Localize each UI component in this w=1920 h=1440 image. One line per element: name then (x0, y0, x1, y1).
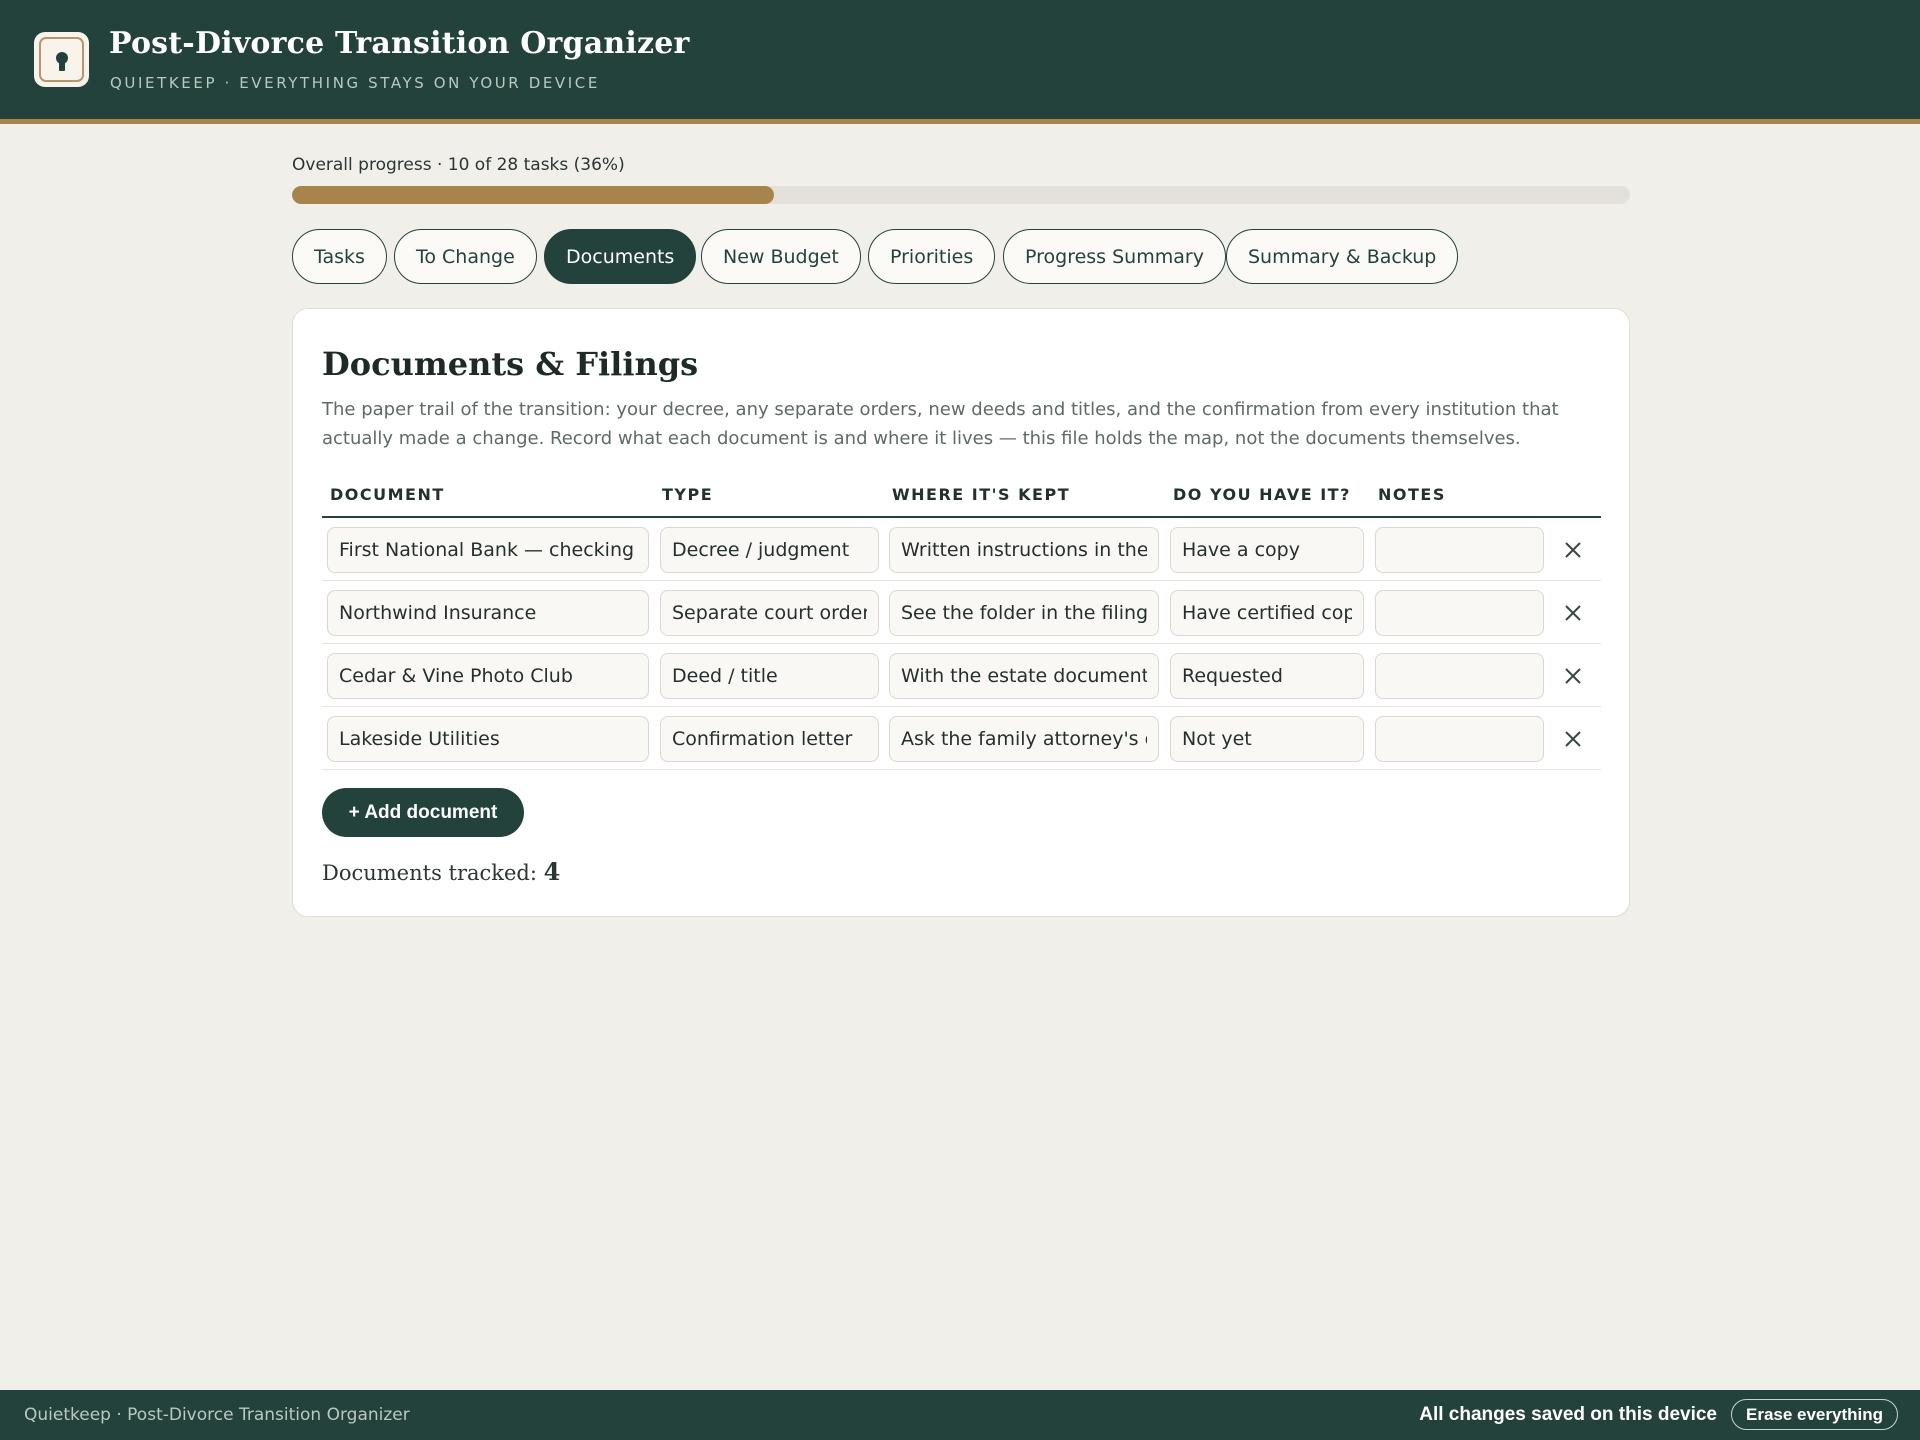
have-it-input[interactable] (1170, 653, 1364, 699)
column-header-where: WHERE IT'S KEPT (892, 485, 1071, 504)
app-subtitle: QUIETKEEP · EVERYTHING STAYS ON YOUR DEV… (110, 74, 600, 92)
column-header-notes: NOTES (1378, 485, 1446, 504)
column-header-document: DOCUMENT (330, 485, 445, 504)
tab-summary-backup[interactable]: Summary & Backup (1226, 229, 1459, 284)
close-icon[interactable] (1561, 664, 1585, 688)
document-type-input[interactable] (660, 716, 879, 762)
tab-progress-summary[interactable]: Progress Summary (1003, 229, 1226, 284)
where-kept-input[interactable] (889, 527, 1159, 573)
documents-tracked: Documents tracked: 4 (322, 857, 560, 886)
close-icon[interactable] (1561, 727, 1585, 751)
erase-everything-button[interactable]: Erase everything (1731, 1399, 1898, 1430)
document-type-input[interactable] (660, 590, 879, 636)
notes-input[interactable] (1375, 653, 1544, 699)
documents-tracked-label: Documents tracked: (322, 861, 537, 885)
tab-documents[interactable]: Documents (544, 229, 697, 284)
tab-priorities[interactable]: Priorities (868, 229, 996, 284)
table-row (322, 581, 1601, 644)
progress-label: Overall progress · 10 of 28 tasks (36%) (292, 155, 625, 175)
table-row (322, 518, 1601, 581)
close-icon[interactable] (1561, 601, 1585, 625)
have-it-input[interactable] (1170, 716, 1364, 762)
document-type-input[interactable] (660, 527, 879, 573)
documents-card: Documents & Filings The paper trail of t… (292, 308, 1630, 917)
page-title: Documents & Filings (322, 345, 699, 383)
keyhole-icon (34, 32, 89, 87)
app-header: Post-Divorce Transition Organizer QUIETK… (0, 0, 1920, 124)
tab-new-budget[interactable]: New Budget (701, 229, 861, 284)
have-it-input[interactable] (1170, 527, 1364, 573)
column-header-have-it: DO YOU HAVE IT? (1173, 485, 1351, 504)
table-row (322, 644, 1601, 707)
notes-input[interactable] (1375, 716, 1544, 762)
app-title: Post-Divorce Transition Organizer (109, 26, 690, 61)
where-kept-input[interactable] (889, 590, 1159, 636)
save-status: All changes saved on this device (1419, 1404, 1717, 1425)
table-row (322, 707, 1601, 770)
document-type-input[interactable] (660, 653, 879, 699)
progress-bar-fill (292, 186, 774, 204)
app-footer: Quietkeep · Post-Divorce Transition Orga… (0, 1390, 1920, 1440)
add-document-button[interactable]: + Add document (322, 788, 524, 837)
column-header-type: TYPE (662, 485, 714, 504)
documents-tracked-count: 4 (543, 857, 561, 886)
tab-to-change[interactable]: To Change (394, 229, 537, 284)
where-kept-input[interactable] (889, 716, 1159, 762)
document-name-input[interactable] (327, 653, 649, 699)
have-it-input[interactable] (1170, 590, 1364, 636)
tab-tasks[interactable]: Tasks (292, 229, 387, 284)
footer-app-name: Quietkeep · Post-Divorce Transition Orga… (24, 1405, 410, 1425)
close-icon[interactable] (1561, 538, 1585, 562)
progress-bar (292, 186, 1630, 204)
notes-input[interactable] (1375, 590, 1544, 636)
notes-input[interactable] (1375, 527, 1544, 573)
where-kept-input[interactable] (889, 653, 1159, 699)
document-name-input[interactable] (327, 590, 649, 636)
document-name-input[interactable] (327, 527, 649, 573)
page-description: The paper trail of the transition: your … (322, 399, 1559, 449)
document-name-input[interactable] (327, 716, 649, 762)
